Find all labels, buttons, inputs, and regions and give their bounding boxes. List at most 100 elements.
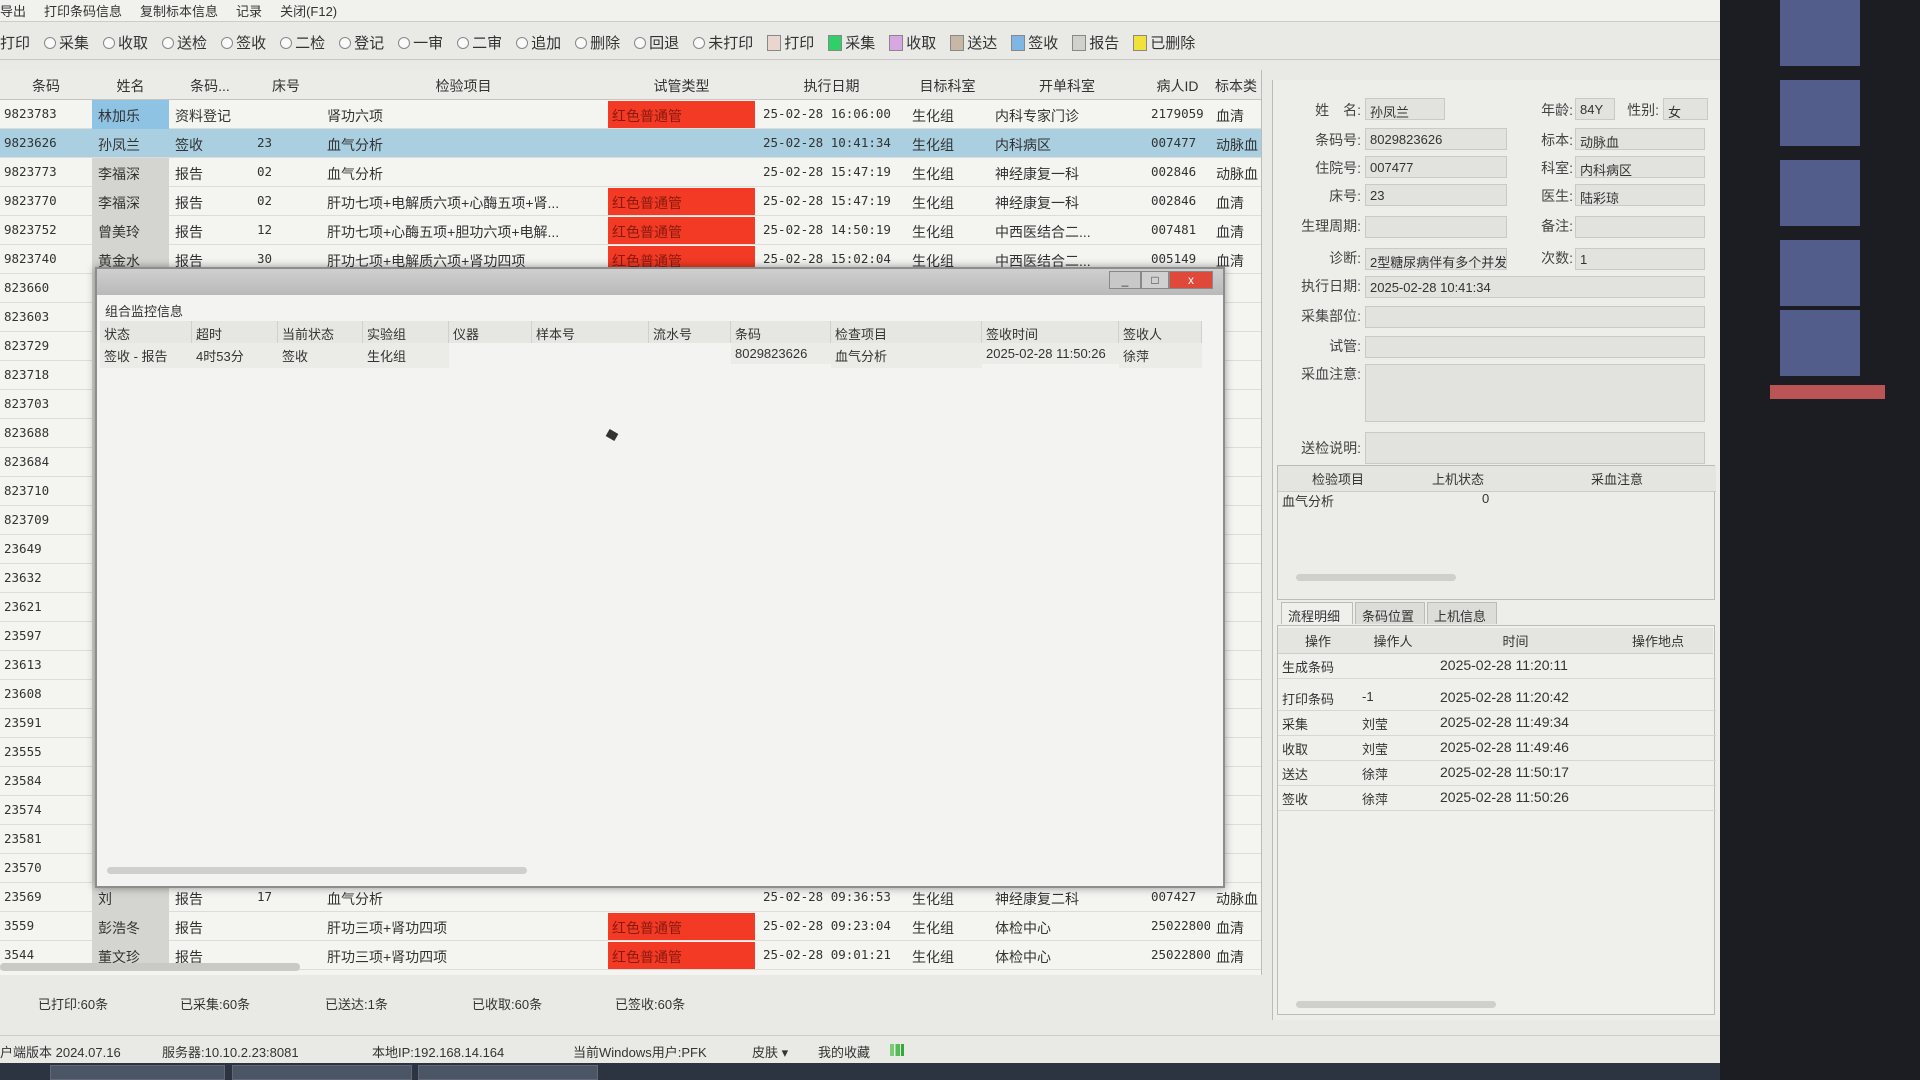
- flow-row-divider: [1278, 810, 1716, 811]
- column-header[interactable]: 病人ID: [1145, 76, 1210, 96]
- radio-circle-icon[interactable]: [634, 36, 647, 49]
- field-barcode[interactable]: 8029823626: [1365, 128, 1507, 150]
- radio-circle-icon[interactable]: [398, 36, 411, 49]
- radio-option[interactable]: 签收: [221, 32, 266, 53]
- field-doctor[interactable]: 陆彩琼: [1575, 184, 1705, 206]
- field-name[interactable]: 孙凤兰: [1365, 98, 1445, 120]
- radio-option[interactable]: 采集: [44, 32, 89, 53]
- radio-option[interactable]: 回退: [634, 32, 679, 53]
- table-row[interactable]: 9823626 孙凤兰 签收 23 血气分析 25-02-28 10:41:34 生化组 内科…: [0, 129, 1261, 158]
- radio-circle-icon[interactable]: [103, 36, 116, 49]
- tab-flow[interactable]: 流程明细: [1281, 602, 1353, 624]
- field-specimen[interactable]: 动脉血: [1575, 128, 1705, 150]
- menu-item[interactable]: 复制标本信息: [140, 1, 218, 20]
- menu-item[interactable]: 导出: [0, 1, 26, 20]
- radio-circle-icon[interactable]: [693, 36, 706, 49]
- menu-item[interactable]: 记录: [236, 1, 262, 20]
- radio-option[interactable]: 收取: [103, 32, 148, 53]
- radio-option[interactable]: 二审: [457, 32, 502, 53]
- items-column-header[interactable]: 上机状态: [1398, 466, 1518, 492]
- field-dept[interactable]: 内科病区: [1575, 156, 1705, 178]
- radio-circle-icon[interactable]: [280, 36, 293, 49]
- radio-circle-icon[interactable]: [44, 36, 57, 49]
- items-column-header[interactable]: 采血注意: [1518, 466, 1716, 492]
- dialog-column-header[interactable]: 签收人: [1119, 321, 1202, 343]
- flow-scrollbar[interactable]: [1296, 1001, 1496, 1008]
- radio-circle-icon[interactable]: [162, 36, 175, 49]
- skin-menu[interactable]: 皮肤 ▾: [752, 1042, 788, 1061]
- field-exec_date[interactable]: 2025-02-28 10:41:34: [1365, 276, 1705, 298]
- column-header[interactable]: 床号: [251, 76, 321, 96]
- column-header[interactable]: 执行日期: [757, 76, 906, 96]
- column-header[interactable]: 姓名: [92, 76, 169, 96]
- dialog-column-header[interactable]: 超时: [192, 321, 278, 343]
- radio-print[interactable]: 打印: [0, 32, 30, 53]
- menu-item[interactable]: 关闭(F12): [280, 1, 337, 20]
- dialog-column-header[interactable]: 当前状态: [278, 321, 363, 343]
- radio-option[interactable]: 追加: [516, 32, 561, 53]
- taskbar-app-button[interactable]: [50, 1065, 225, 1080]
- field-bed[interactable]: 23: [1365, 184, 1507, 206]
- dialog-column-header[interactable]: 条码: [731, 321, 831, 343]
- column-header[interactable]: 检验项目: [321, 76, 606, 96]
- table-row[interactable]: 9823770 李福深 报告 02 肝功七项+电解质六项+心酶五项+肾... 红色普通管 2…: [0, 187, 1261, 216]
- radio-circle-icon[interactable]: [339, 36, 352, 49]
- tab-instrument[interactable]: 上机信息: [1427, 602, 1497, 624]
- field-sex[interactable]: 女: [1663, 98, 1708, 120]
- radio-option[interactable]: 未打印: [693, 32, 753, 53]
- column-header[interactable]: 试管类型: [606, 76, 757, 96]
- flow-column-header[interactable]: 时间: [1428, 628, 1603, 654]
- table-row[interactable]: 9823773 李福深 报告 02 血气分析 25-02-28 15:47:19 生化组 神经…: [0, 158, 1261, 187]
- table-row[interactable]: 9823752 曾美玲 报告 12 肝功七项+心酶五项+胆功六项+电解... 红色普通管 2…: [0, 216, 1261, 245]
- column-header[interactable]: 目标科室: [906, 76, 989, 96]
- radio-option[interactable]: 送检: [162, 32, 207, 53]
- dialog-column-header[interactable]: 检查项目: [831, 321, 982, 343]
- dialog-column-header[interactable]: 流水号: [649, 321, 731, 343]
- field-inpatient[interactable]: 007477: [1365, 156, 1507, 178]
- tab-barcode-position[interactable]: 条码位置: [1355, 602, 1425, 624]
- column-header[interactable]: 开单科室: [989, 76, 1145, 96]
- horizontal-scrollbar[interactable]: [0, 963, 300, 971]
- flow-column-header[interactable]: 操作地点: [1603, 628, 1713, 654]
- radio-option[interactable]: 一审: [398, 32, 443, 53]
- column-header[interactable]: 条码: [0, 76, 92, 96]
- dialog-horizontal-scrollbar[interactable]: [107, 867, 527, 874]
- column-header[interactable]: 标本类: [1210, 76, 1261, 96]
- minimize-button[interactable]: _: [1109, 271, 1141, 289]
- field-age[interactable]: 84Y: [1575, 98, 1615, 120]
- maximize-button[interactable]: □: [1141, 271, 1169, 289]
- radio-circle-icon[interactable]: [575, 36, 588, 49]
- dialog-column-header[interactable]: 样本号: [532, 321, 649, 343]
- field-site[interactable]: [1365, 306, 1705, 328]
- column-header[interactable]: 条码...: [169, 76, 251, 96]
- dialog-column-header[interactable]: 实验组: [363, 321, 449, 343]
- dialog-column-header[interactable]: 仪器: [449, 321, 532, 343]
- field-remark[interactable]: [1575, 216, 1705, 238]
- field-note[interactable]: [1365, 364, 1705, 422]
- field-cycle[interactable]: [1365, 216, 1507, 238]
- dialog-column-header[interactable]: 状态: [100, 321, 192, 343]
- dialog-title-bar[interactable]: _ □ x: [97, 269, 1223, 295]
- dialog-column-header[interactable]: 签收时间: [982, 321, 1119, 343]
- items-scrollbar[interactable]: [1296, 574, 1456, 581]
- radio-circle-icon[interactable]: [221, 36, 234, 49]
- flow-column-header[interactable]: 操作人: [1358, 628, 1428, 654]
- favorites-link[interactable]: 我的收藏: [818, 1042, 870, 1061]
- menu-item[interactable]: 打印条码信息: [44, 1, 122, 20]
- field-tube[interactable]: [1365, 336, 1705, 358]
- table-row[interactable]: 9823783 林加乐 资料登记 肾功六项 红色普通管 25-02-28 16:06:00…: [0, 100, 1261, 129]
- radio-option[interactable]: 删除: [575, 32, 620, 53]
- radio-circle-icon[interactable]: [457, 36, 470, 49]
- field-send_note[interactable]: [1365, 432, 1705, 464]
- taskbar-app-button[interactable]: [232, 1065, 412, 1080]
- field-diagnosis[interactable]: 2型糖尿病伴有多个并发: [1365, 248, 1507, 270]
- flow-column-header[interactable]: 操作: [1278, 628, 1358, 654]
- radio-option[interactable]: 登记: [339, 32, 384, 53]
- flow-time: 2025-02-28 11:50:26: [1440, 789, 1569, 805]
- radio-circle-icon[interactable]: [516, 36, 529, 49]
- radio-option[interactable]: 二检: [280, 32, 325, 53]
- table-row[interactable]: 3559 彭浩冬 报告 肝功三项+肾功四项 红色普通管 25-02-28 09:23:04…: [0, 912, 1261, 941]
- close-button[interactable]: x: [1169, 271, 1213, 289]
- field-times[interactable]: 1: [1575, 248, 1705, 270]
- taskbar-app-button[interactable]: [418, 1065, 598, 1080]
